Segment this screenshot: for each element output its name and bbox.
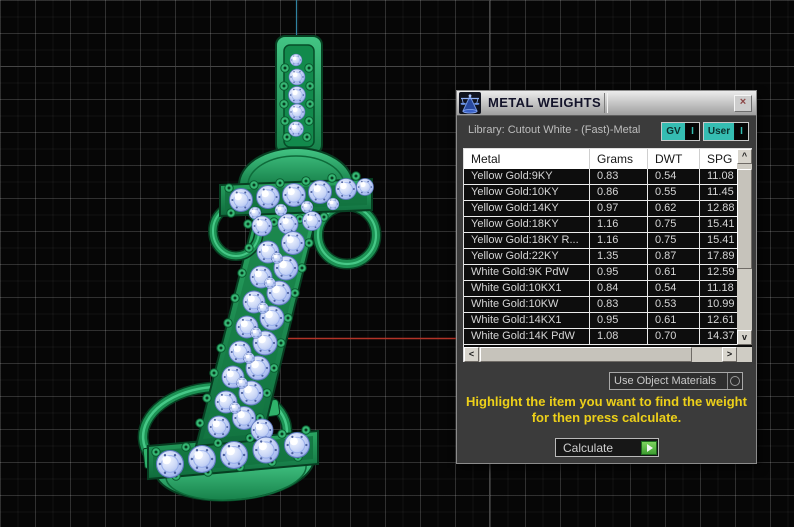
table-row[interactable]: Yellow Gold:22KY 1.35 0.87 17.89 (464, 249, 752, 265)
metal-weights-table: Metal Grams DWT SPG Yellow Gold:9KY 0.83 0.54… (463, 148, 752, 362)
instruction-line2: for then press calculate. (531, 410, 682, 425)
play-triangle-icon (641, 440, 657, 455)
table-cell: Yellow Gold:10KY (464, 185, 590, 201)
table-cell: White Gold:10KX1 (464, 281, 590, 297)
scroll-up-button[interactable]: ^ (737, 149, 752, 164)
materials-dropdown[interactable]: Use Object Materials (609, 372, 743, 390)
scroll-down-button[interactable]: v (737, 330, 752, 345)
table-cell: 0.70 (648, 329, 700, 345)
column-header: SPG (707, 152, 733, 166)
metal-weights-dialog: METAL WEIGHTS × Library: Cutout White - … (456, 90, 757, 464)
gv-toggle-button[interactable]: GV I (661, 122, 700, 141)
dialog-title: METAL WEIGHTS (488, 95, 602, 110)
table-cell: 0.53 (648, 297, 700, 313)
table-row[interactable]: Yellow Gold:18KY 1.16 0.75 15.41 (464, 217, 752, 233)
table-header: Metal Grams DWT SPG (464, 149, 752, 169)
table-cell: 12.61 (700, 313, 737, 329)
table-cell: 14.37 (700, 329, 737, 345)
column-header: DWT (648, 149, 700, 169)
app-viewport: METAL WEIGHTS × Library: Cutout White - … (0, 0, 794, 527)
gv-toggle-indicator: I (686, 123, 699, 140)
instruction-line1: Highlight the item you want to find the … (466, 394, 747, 409)
user-toggle-indicator: I (735, 123, 748, 140)
table-row[interactable]: Yellow Gold:18KY R... 1.16 0.75 15.41 (464, 233, 752, 249)
table-cell: 12.59 (700, 265, 737, 281)
table-cell: 11.18 (700, 281, 737, 297)
table-cell: 0.95 (590, 313, 648, 329)
column-header: Grams (590, 149, 648, 169)
horizontal-scroll-thumb[interactable] (480, 347, 692, 362)
table-cell: White Gold:10KW (464, 297, 590, 313)
table-row[interactable]: White Gold:9K PdW 0.95 0.61 12.59 (464, 265, 752, 281)
horizontal-scrollbar[interactable]: < > (464, 347, 737, 362)
vertical-scroll-thumb[interactable] (737, 169, 752, 269)
calculate-button[interactable]: Calculate (555, 438, 659, 457)
table-cell: 1.16 (590, 233, 648, 249)
table-cell: 12.88 (700, 201, 737, 217)
table-cell: 0.83 (590, 297, 648, 313)
table-cell: 0.75 (648, 233, 700, 249)
table-cell: Yellow Gold:22KY (464, 249, 590, 265)
table-cell: 0.55 (648, 185, 700, 201)
user-toggle-label: User (704, 123, 734, 140)
table-cell: 0.54 (648, 169, 700, 185)
table-row[interactable]: White Gold:10KX1 0.84 0.54 11.18 (464, 281, 752, 297)
table-cell: Yellow Gold:14KY (464, 201, 590, 217)
table-cell: 0.61 (648, 313, 700, 329)
table-cell: 10.99 (700, 297, 737, 313)
table-cell: 11.08 (700, 169, 737, 185)
calculate-button-label: Calculate (563, 440, 614, 455)
table-cell: 0.95 (590, 265, 648, 281)
instruction-text: Highlight the item you want to find the … (457, 394, 756, 426)
table-cell: White Gold:14KX1 (464, 313, 590, 329)
table-row[interactable]: White Gold:14KX1 0.95 0.61 12.61 (464, 313, 752, 329)
dialog-titlebar[interactable]: METAL WEIGHTS × (457, 91, 756, 116)
table-cell: 15.41 (700, 233, 737, 249)
scroll-right-button[interactable]: > (722, 347, 737, 362)
table-cell: 1.08 (590, 329, 648, 345)
table-rows: Yellow Gold:9KY 0.83 0.54 11.08 Yellow Gold:… (464, 169, 752, 345)
table-cell: 17.89 (700, 249, 737, 265)
table-cell: 0.86 (590, 185, 648, 201)
titlebar-divider (604, 93, 608, 113)
table-cell: 0.54 (648, 281, 700, 297)
table-cell: 0.75 (648, 217, 700, 233)
table-cell: Yellow Gold:18KY (464, 217, 590, 233)
pendant-model[interactable] (137, 35, 382, 502)
table-cell: White Gold:9K PdW (464, 265, 590, 281)
table-row[interactable]: Yellow Gold:14KY 0.97 0.62 12.88 (464, 201, 752, 217)
table-row[interactable]: White Gold:14K PdW 1.08 0.70 14.37 (464, 329, 752, 345)
library-label: Library: Cutout White - (Fast)-Metal (468, 124, 641, 136)
table-cell: 1.16 (590, 217, 648, 233)
table-row[interactable]: Yellow Gold:9KY 0.83 0.54 11.08 (464, 169, 752, 185)
dropdown-indicator-icon (727, 373, 742, 389)
table-cell: 0.62 (648, 201, 700, 217)
gv-toggle-label: GV (662, 123, 685, 140)
table-cell: Yellow Gold:18KY R... (464, 233, 590, 249)
balance-scale-icon (459, 92, 481, 114)
table-cell: White Gold:14K PdW (464, 329, 590, 345)
vertical-scrollbar[interactable]: ^ v (737, 149, 752, 345)
table-cell: Yellow Gold:9KY (464, 169, 590, 185)
close-icon[interactable]: × (734, 95, 752, 112)
table-row[interactable]: Yellow Gold:10KY 0.86 0.55 11.45 (464, 185, 752, 201)
table-cell: 0.61 (648, 265, 700, 281)
materials-dropdown-value: Use Object Materials (614, 375, 717, 387)
scroll-left-button[interactable]: < (464, 347, 479, 362)
table-cell: 15.41 (700, 217, 737, 233)
table-cell: 0.97 (590, 201, 648, 217)
table-cell: 0.83 (590, 169, 648, 185)
table-cell: 11.45 (700, 185, 737, 201)
column-header: Metal (464, 149, 590, 169)
table-cell: 0.87 (648, 249, 700, 265)
scrollbar-corner (737, 347, 752, 362)
table-row[interactable]: White Gold:10KW 0.83 0.53 10.99 (464, 297, 752, 313)
table-cell: 1.35 (590, 249, 648, 265)
table-cell: 0.84 (590, 281, 648, 297)
user-toggle-button[interactable]: User I (703, 122, 749, 141)
